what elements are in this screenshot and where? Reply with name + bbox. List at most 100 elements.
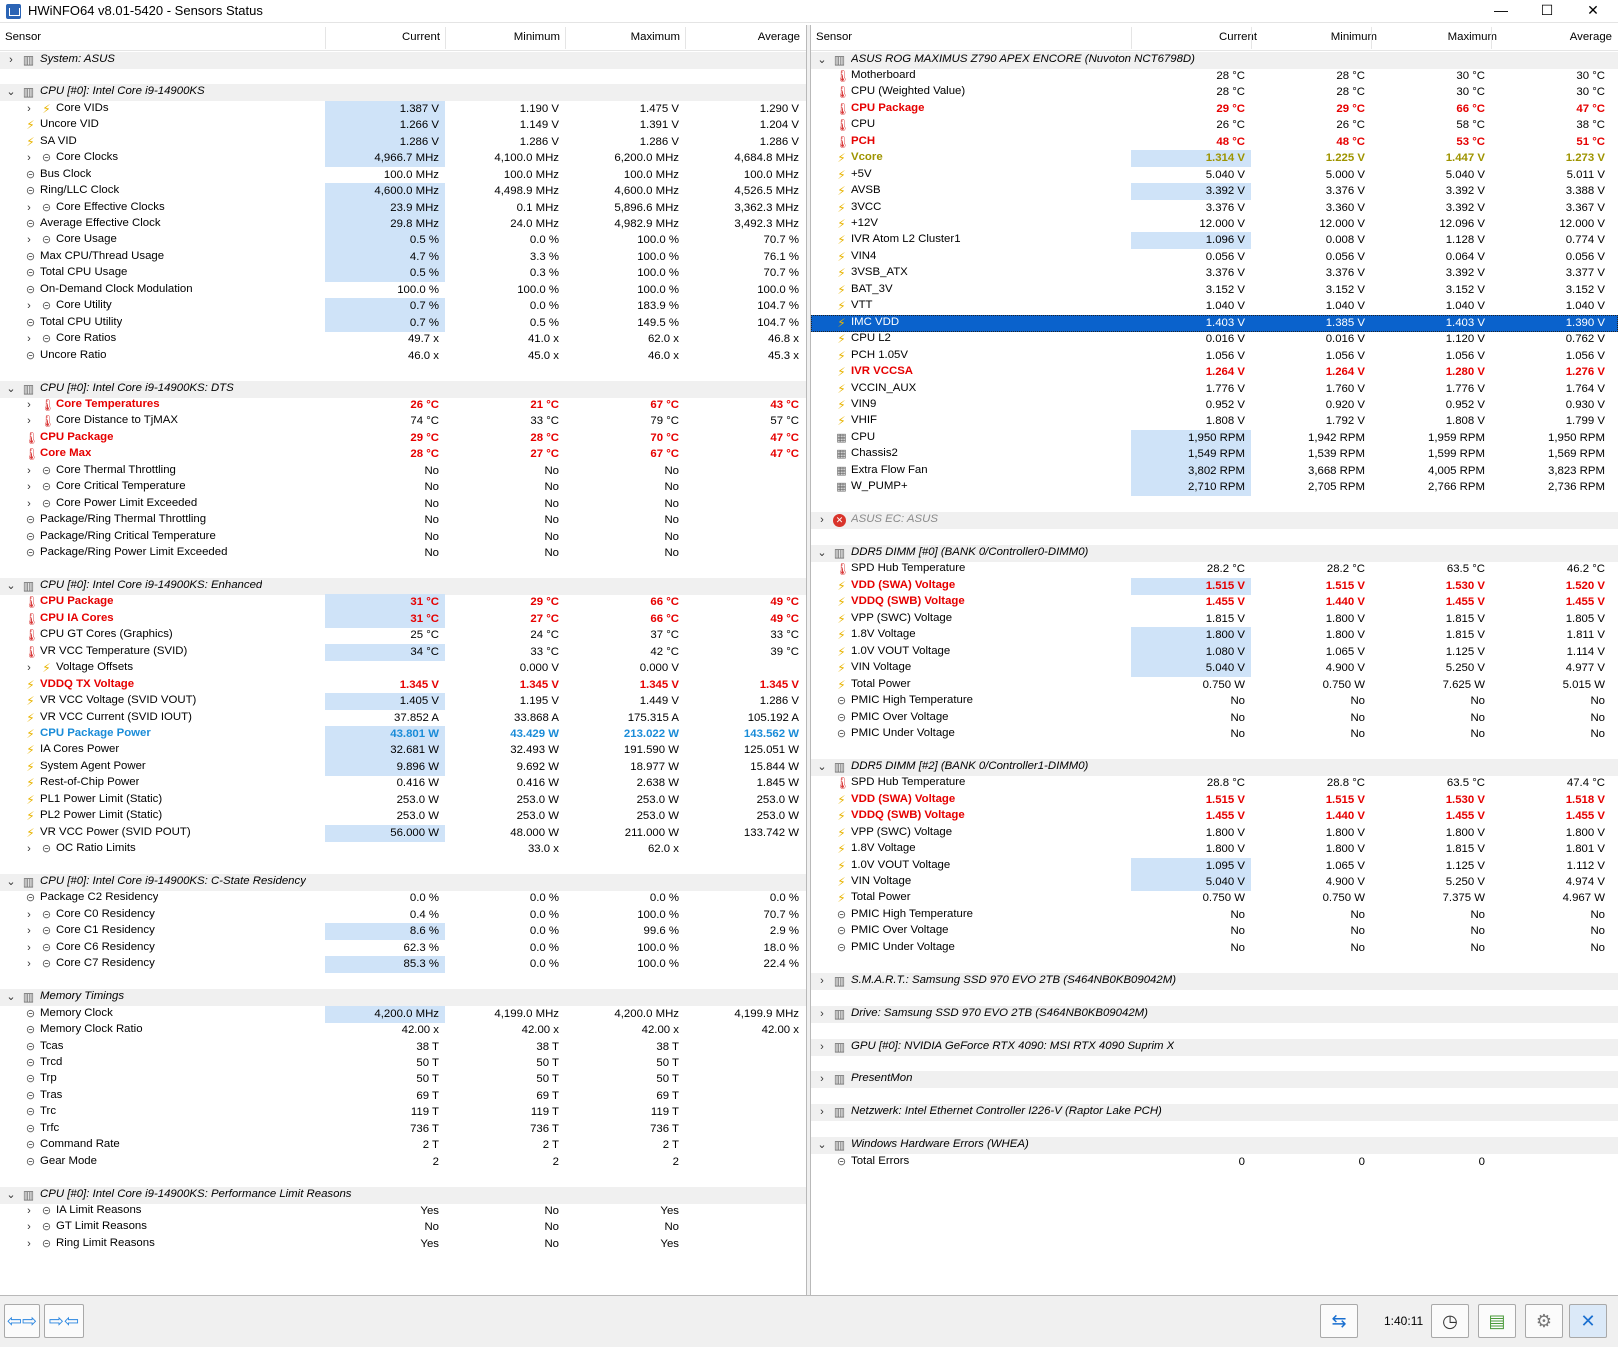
sensor-group-header[interactable]: ⌄ ▥ Windows Hardware Errors (WHEA) [811,1137,1618,1155]
sensor-group-header[interactable]: ⌄ ▥ CPU [#0]: Intel Core i9-14900KS: Perfo… [0,1186,806,1204]
sensor-row[interactable]: ⚡ VPP (SWC) Voltage 1.800 V 1.800 V 1.800 V 1… [811,825,1618,842]
sensor-row[interactable]: › ⚡ Core VIDs 1.387 V 1.190 V 1.475 V 1.290 V [0,100,806,118]
column-maximum[interactable]: Maximum [1448,31,1497,43]
sensor-group-header[interactable]: › ▥ System: ASUS [0,51,806,69]
sensor-row[interactable]: ⊝ Average Effective Clock 29.8 MHz 24.0 MHz… [0,216,806,233]
sensor-row[interactable]: › 🌡 Core Temperatures 26 °C 21 °C 67 °C 43 °C [0,397,806,414]
sensor-row[interactable]: ⚡ VR VCC Power (SVID POUT) 56.000 W 48.000 … [0,824,806,842]
chevron-right-icon[interactable]: › [24,496,34,513]
sensor-row[interactable]: ⚡ VDDQ (SWB) Voltage 1.455 V 1.440 V 1.455 V… [811,808,1618,825]
sensor-row[interactable]: ⚡ VR VCC Voltage (SVID VOUT) 1.405 V 1.195 … [0,693,806,711]
sensor-row[interactable]: ⊝ Tcas 38 T 38 T 38 T [0,1039,806,1056]
sensor-row[interactable]: ⚡ Vcore 1.314 V 1.225 V 1.447 V 1.273 V [811,150,1618,168]
sensor-group-header[interactable]: › ▥ GPU [#0]: NVIDIA GeForce RTX 4090: MSI… [811,1038,1618,1056]
chevron-right-icon[interactable]: › [24,413,34,430]
sensor-row[interactable]: ▦ W_PUMP+ 2,710 RPM 2,705 RPM 2,766 RPM 2,736… [811,479,1618,497]
sensor-row[interactable]: › ⊝ Core C6 Residency 62.3 % 0.0 % 100.0 % 18.… [0,940,806,957]
exit-close-icon[interactable]: ✕ [1569,1304,1607,1338]
maximize-button[interactable]: ☐ [1524,0,1570,23]
sensor-row[interactable]: ⊝ On-Demand Clock Modulation 100.0 % 100.0 … [0,282,806,299]
sensor-row[interactable]: ⚡ 1.0V VOUT Voltage 1.080 V 1.065 V 1.125 V 1… [811,643,1618,661]
column-sensor[interactable]: Sensor [816,31,852,43]
sensor-row[interactable]: 🌡 PCH 48 °C 48 °C 53 °C 51 °C [811,134,1618,151]
column-current[interactable]: Current [402,31,440,43]
sensor-row[interactable]: ⊝ Trc 119 T 119 T 119 T [0,1104,806,1121]
chevron-down-icon[interactable]: ⌄ [817,52,827,69]
sensor-row[interactable]: ⊝ Ring/LLC Clock 4,600.0 MHz 4,498.9 MHz 4,6… [0,183,806,201]
sensor-row[interactable]: ⊝ Bus Clock 100.0 MHz 100.0 MHz 100.0 MHz 100… [0,167,806,184]
sensor-row[interactable]: ⚡ AVSB 3.392 V 3.376 V 3.392 V 3.388 V [811,183,1618,201]
sensor-group-header[interactable]: ⌄ ▥ CPU [#0]: Intel Core i9-14900KS: Enhan… [0,577,806,595]
sensor-row[interactable]: › ⊝ Ring Limit Reasons Yes No Yes [0,1236,806,1253]
clock-icon[interactable]: ◷ [1431,1304,1469,1338]
sensor-row[interactable]: › ⊝ IA Limit Reasons Yes No Yes [0,1203,806,1220]
sensor-row[interactable]: ⚡ VDDQ (SWB) Voltage 1.455 V 1.440 V 1.455 V… [811,594,1618,611]
column-maximum[interactable]: Maximum [631,31,680,43]
sensor-row[interactable]: ⚡ +12V 12.000 V 12.000 V 12.096 V 12.000 V [811,216,1618,233]
sensor-row[interactable]: ⊝ Uncore Ratio 46.0 x 45.0 x 46.0 x 45.3 x [0,348,806,365]
sensor-row[interactable]: ⊝ Memory Clock 4,200.0 MHz 4,199.0 MHz 4,200… [0,1005,806,1023]
sensor-row[interactable]: ⚡ Rest-of-Chip Power 0.416 W 0.416 W 2.638 W… [0,775,806,792]
sensor-row[interactable]: 🌡 Core Max 28 °C 27 °C 67 °C 47 °C [0,446,806,463]
network-icon[interactable]: ⇆ [1320,1304,1358,1338]
sensor-row[interactable]: 🌡 CPU Package 29 °C 28 °C 70 °C 47 °C [0,430,806,447]
sensor-row[interactable]: ⊝ PMIC Under Voltage No No No No [811,940,1618,957]
sensor-row[interactable]: ⚡ VIN9 0.952 V 0.920 V 0.952 V 0.930 V [811,397,1618,414]
sensor-row[interactable]: 🌡 CPU IA Cores 31 °C 27 °C 66 °C 49 °C [0,610,806,628]
sensor-row[interactable]: ⊝ Total CPU Usage 0.5 % 0.3 % 100.0 % 70.7 % [0,265,806,283]
sensor-row[interactable]: ⚡ Total Power 0.750 W 0.750 W 7.625 W 5.015 W [811,677,1618,694]
sensor-row[interactable]: › ⊝ Core Effective Clocks 23.9 MHz 0.1 MHz 5,… [0,199,806,217]
sensor-row[interactable]: ⊝ PMIC High Temperature No No No No [811,693,1618,710]
sensor-row[interactable]: ⊝ Total CPU Utility 0.7 % 0.5 % 149.5 % 104.7… [0,314,806,332]
sensor-row[interactable]: ⊝ Trp 50 T 50 T 50 T [0,1071,806,1088]
chevron-down-icon[interactable]: ⌄ [817,545,827,562]
sensor-row[interactable]: ⚡ 1.8V Voltage 1.800 V 1.800 V 1.815 V 1.811 … [811,627,1618,645]
sensor-row[interactable]: ⚡ CPU L2 0.016 V 0.016 V 1.120 V 0.762 V [811,331,1618,348]
sensor-row[interactable]: ⊝ Tras 69 T 69 T 69 T [0,1088,806,1105]
sensor-row[interactable]: ⊝ Package C2 Residency 0.0 % 0.0 % 0.0 % 0.0 … [0,890,806,907]
chevron-right-icon[interactable]: › [24,331,34,348]
sensor-row[interactable]: ⚡ CPU Package Power 43.801 W 43.429 W 213.02… [0,725,806,743]
sensor-row[interactable]: ⊝ Trcd 50 T 50 T 50 T [0,1055,806,1072]
column-average[interactable]: Average [1570,31,1612,43]
sensor-group-header[interactable]: ⌄ ▥ CPU [#0]: Intel Core i9-14900KS [0,84,806,102]
chevron-right-icon[interactable]: › [24,298,34,315]
sensor-row[interactable]: ⚡ VR VCC Current (SVID IOUT) 37.852 A 33.86… [0,710,806,727]
sensor-row[interactable]: › ⊝ Core Ratios 49.7 x 41.0 x 62.0 x 46.8 x [0,331,806,348]
sensor-row[interactable]: › ⊝ Core Utility 0.7 % 0.0 % 183.9 % 104.7 % [0,298,806,316]
sensor-group-header[interactable]: › ▥ S.M.A.R.T.: Samsung SSD 970 EVO 2TB (S… [811,972,1618,990]
sensor-row[interactable]: ⚡ VDD (SWA) Voltage 1.515 V 1.515 V 1.530 V 1… [811,577,1618,595]
sensor-row[interactable]: ⊝ Package/Ring Critical Temperature No No No [0,529,806,546]
sensor-row[interactable]: ⚡ VCCIN_AUX 1.776 V 1.760 V 1.776 V 1.764 V [811,381,1618,398]
sensor-row[interactable]: ⚡ IVR Atom L2 Cluster1 1.096 V 0.008 V 1.128… [811,232,1618,250]
chevron-down-icon[interactable]: ⌄ [6,874,16,891]
chevron-right-icon[interactable]: › [24,923,34,940]
chevron-right-icon[interactable]: › [24,463,34,480]
sensor-group-header[interactable]: ⌄ ▥ ASUS ROG MAXIMUS Z790 APEX ENCORE (Nuv… [811,51,1618,69]
chevron-right-icon[interactable]: › [817,1071,827,1088]
sensor-row[interactable]: ⚡ Total Power 0.750 W 0.750 W 7.375 W 4.967 W [811,890,1618,907]
sensor-row[interactable]: › ⊝ Core C7 Residency 85.3 % 0.0 % 100.0 % 22.… [0,956,806,974]
column-minimum[interactable]: Minimum [514,31,560,43]
sensor-row[interactable]: ⊝ PMIC High Temperature No No No No [811,907,1618,924]
sensor-row[interactable]: › ⊝ Core Clocks 4,966.7 MHz 4,100.0 MHz 6,200… [0,150,806,168]
sensor-row[interactable]: ▦ Extra Flow Fan 3,802 RPM 3,668 RPM 4,005 R… [811,462,1618,480]
sensor-row[interactable]: ⊝ Memory Clock Ratio 42.00 x 42.00 x 42.00 x… [0,1022,806,1039]
chevron-right-icon[interactable]: › [24,1219,34,1236]
sensor-row[interactable]: › ⊝ Core Critical Temperature No No No [0,479,806,496]
sensor-row[interactable]: ⚡ IMC VDD 1.403 V 1.385 V 1.403 V 1.390 V [811,314,1618,332]
sensor-row[interactable]: ⚡ 1.8V Voltage 1.800 V 1.800 V 1.815 V 1.801 … [811,841,1618,858]
sensor-row[interactable]: ⚡ IA Cores Power 32.681 W 32.493 W 191.590 W… [0,742,806,760]
sensor-row[interactable]: 🌡 CPU (Weighted Value) 28 °C 28 °C 30 °C 30 °… [811,84,1618,101]
sensor-row[interactable]: ⊝ Command Rate 2 T 2 T 2 T [0,1137,806,1154]
chevron-right-icon[interactable]: › [817,1006,827,1023]
sensor-row[interactable]: 🌡 VR VCC Temperature (SVID) 34 °C 33 °C 42 °… [0,643,806,661]
sensor-group-header[interactable]: ⌄ ▥ Memory Timings [0,989,806,1007]
sensor-row[interactable]: › ⊝ Core C0 Residency 0.4 % 0.0 % 100.0 % 70.7… [0,907,806,924]
chevron-right-icon[interactable]: › [24,1236,34,1253]
sensor-group-header[interactable]: ⌄ ▥ CPU [#0]: Intel Core i9-14900KS: DTS [0,380,806,398]
collapse-arrows-button[interactable]: ⇨⇦ [44,1304,84,1338]
sensor-group-header[interactable]: › ▥ Drive: Samsung SSD 970 EVO 2TB (S464NB… [811,1005,1618,1023]
sensor-row[interactable]: ⊝ PMIC Over Voltage No No No No [811,710,1618,727]
chevron-down-icon[interactable]: ⌄ [817,759,827,776]
